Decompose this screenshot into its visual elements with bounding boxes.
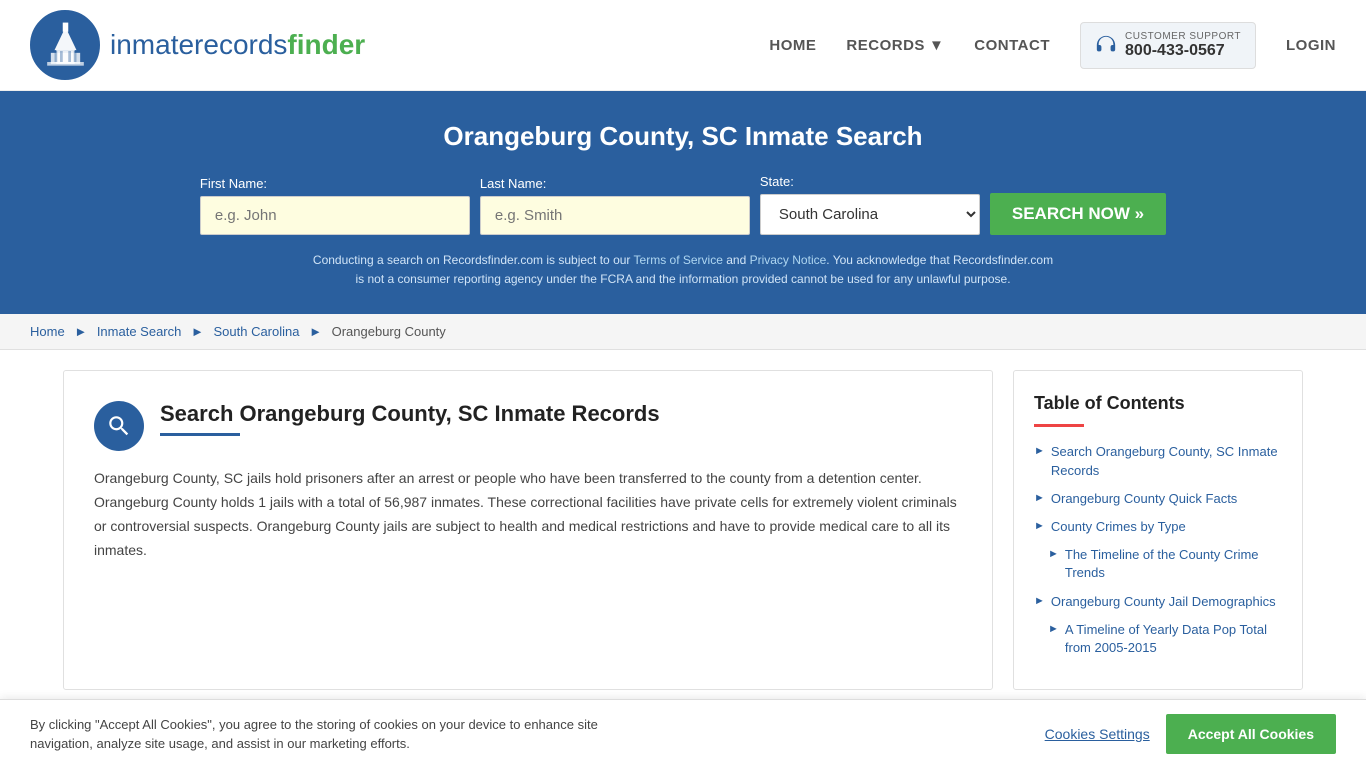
nav-contact[interactable]: CONTACT — [974, 37, 1050, 54]
hero-section: Orangeburg County, SC Inmate Search Firs… — [0, 91, 1366, 314]
breadcrumb-sep-3: ► — [309, 324, 322, 339]
title-underline — [160, 433, 240, 436]
nav-records[interactable]: RECORDS ▼ — [846, 37, 944, 54]
support-box[interactable]: CUSTOMER SUPPORT 800-433-0567 — [1080, 22, 1256, 69]
toc-chevron-5: ► — [1034, 595, 1045, 607]
last-name-input[interactable] — [480, 196, 750, 235]
logo-area: inmaterecordsfinder — [30, 10, 365, 80]
toc-link-5[interactable]: Orangeburg County Jail Demographics — [1051, 593, 1276, 611]
toc-link-6[interactable]: A Timeline of Yearly Data Pop Total from… — [1065, 621, 1282, 657]
toc-box: Table of Contents ► Search Orangeburg Co… — [1013, 370, 1303, 690]
hero-disclaimer: Conducting a search on Recordsfinder.com… — [308, 251, 1058, 289]
toc-title: Table of Contents — [1034, 393, 1282, 414]
breadcrumb-sep-1: ► — [74, 324, 87, 339]
terms-link[interactable]: Terms of Service — [634, 253, 723, 267]
content-title-area: Search Orangeburg County, SC Inmate Reco… — [160, 401, 660, 436]
breadcrumb-county: Orangeburg County — [332, 324, 446, 339]
last-name-label: Last Name: — [480, 176, 546, 191]
cookie-settings-button[interactable]: Cookies Settings — [1045, 726, 1150, 742]
breadcrumb-home[interactable]: Home — [30, 324, 65, 339]
content-header: Search Orangeburg County, SC Inmate Reco… — [94, 401, 962, 451]
toc-chevron-2: ► — [1034, 492, 1045, 504]
cookie-accept-button[interactable]: Accept All Cookies — [1166, 714, 1336, 754]
toc-chevron-4: ► — [1048, 548, 1059, 560]
toc-chevron-1: ► — [1034, 445, 1045, 457]
sidebar: Table of Contents ► Search Orangeburg Co… — [1013, 370, 1303, 690]
toc-link-2[interactable]: Orangeburg County Quick Facts — [1051, 490, 1237, 508]
headset-icon — [1095, 34, 1117, 56]
first-name-label: First Name: — [200, 176, 267, 191]
first-name-input[interactable] — [200, 196, 470, 235]
search-form: First Name: Last Name: State: South Caro… — [20, 174, 1346, 235]
section-icon — [94, 401, 144, 451]
state-label: State: — [760, 174, 794, 189]
cookie-text: By clicking "Accept All Cookies", you ag… — [30, 715, 630, 754]
content-area: Search Orangeburg County, SC Inmate Reco… — [63, 370, 993, 690]
toc-item-6[interactable]: ► A Timeline of Yearly Data Pop Total fr… — [1048, 621, 1282, 657]
toc-item-4[interactable]: ► The Timeline of the County Crime Trend… — [1048, 546, 1282, 582]
main-nav: HOME RECORDS ▼ CONTACT CUSTOMER SUPPORT … — [769, 22, 1336, 69]
toc-item-2[interactable]: ► Orangeburg County Quick Facts — [1034, 490, 1282, 508]
state-select[interactable]: South Carolina — [760, 194, 980, 235]
privacy-link[interactable]: Privacy Notice — [750, 253, 827, 267]
breadcrumb-state[interactable]: South Carolina — [213, 324, 299, 339]
nav-login[interactable]: LOGIN — [1286, 37, 1336, 54]
site-header: inmaterecordsfinder HOME RECORDS ▼ CONTA… — [0, 0, 1366, 91]
toc-chevron-6: ► — [1048, 623, 1059, 635]
main-content: Search Orangeburg County, SC Inmate Reco… — [43, 370, 1323, 690]
logo-icon — [30, 10, 100, 80]
toc-item-3[interactable]: ► County Crimes by Type — [1034, 518, 1282, 536]
search-button[interactable]: SEARCH NOW » — [990, 193, 1166, 235]
first-name-group: First Name: — [200, 176, 470, 235]
breadcrumb: Home ► Inmate Search ► South Carolina ► … — [0, 314, 1366, 350]
toc-item-1[interactable]: ► Search Orangeburg County, SC Inmate Re… — [1034, 443, 1282, 479]
toc-link-3[interactable]: County Crimes by Type — [1051, 518, 1186, 536]
toc-link-1[interactable]: Search Orangeburg County, SC Inmate Reco… — [1051, 443, 1282, 479]
breadcrumb-sep-2: ► — [191, 324, 204, 339]
toc-chevron-3: ► — [1034, 520, 1045, 532]
toc-link-4[interactable]: The Timeline of the County Crime Trends — [1065, 546, 1282, 582]
nav-home[interactable]: HOME — [769, 37, 816, 54]
toc-item-5[interactable]: ► Orangeburg County Jail Demographics — [1034, 593, 1282, 611]
toc-divider — [1034, 424, 1084, 427]
chevron-down-icon: ▼ — [929, 37, 944, 54]
breadcrumb-inmate-search[interactable]: Inmate Search — [97, 324, 182, 339]
last-name-group: Last Name: — [480, 176, 750, 235]
hero-title: Orangeburg County, SC Inmate Search — [20, 121, 1346, 152]
content-body: Orangeburg County, SC jails hold prisone… — [94, 467, 962, 562]
logo-text: inmaterecordsfinder — [110, 29, 365, 61]
support-info: CUSTOMER SUPPORT 800-433-0567 — [1125, 31, 1241, 60]
cookie-buttons: Cookies Settings Accept All Cookies — [1045, 714, 1336, 754]
state-group: State: South Carolina — [760, 174, 980, 235]
cookie-banner: By clicking "Accept All Cookies", you ag… — [0, 699, 1366, 768]
content-title: Search Orangeburg County, SC Inmate Reco… — [160, 401, 660, 427]
